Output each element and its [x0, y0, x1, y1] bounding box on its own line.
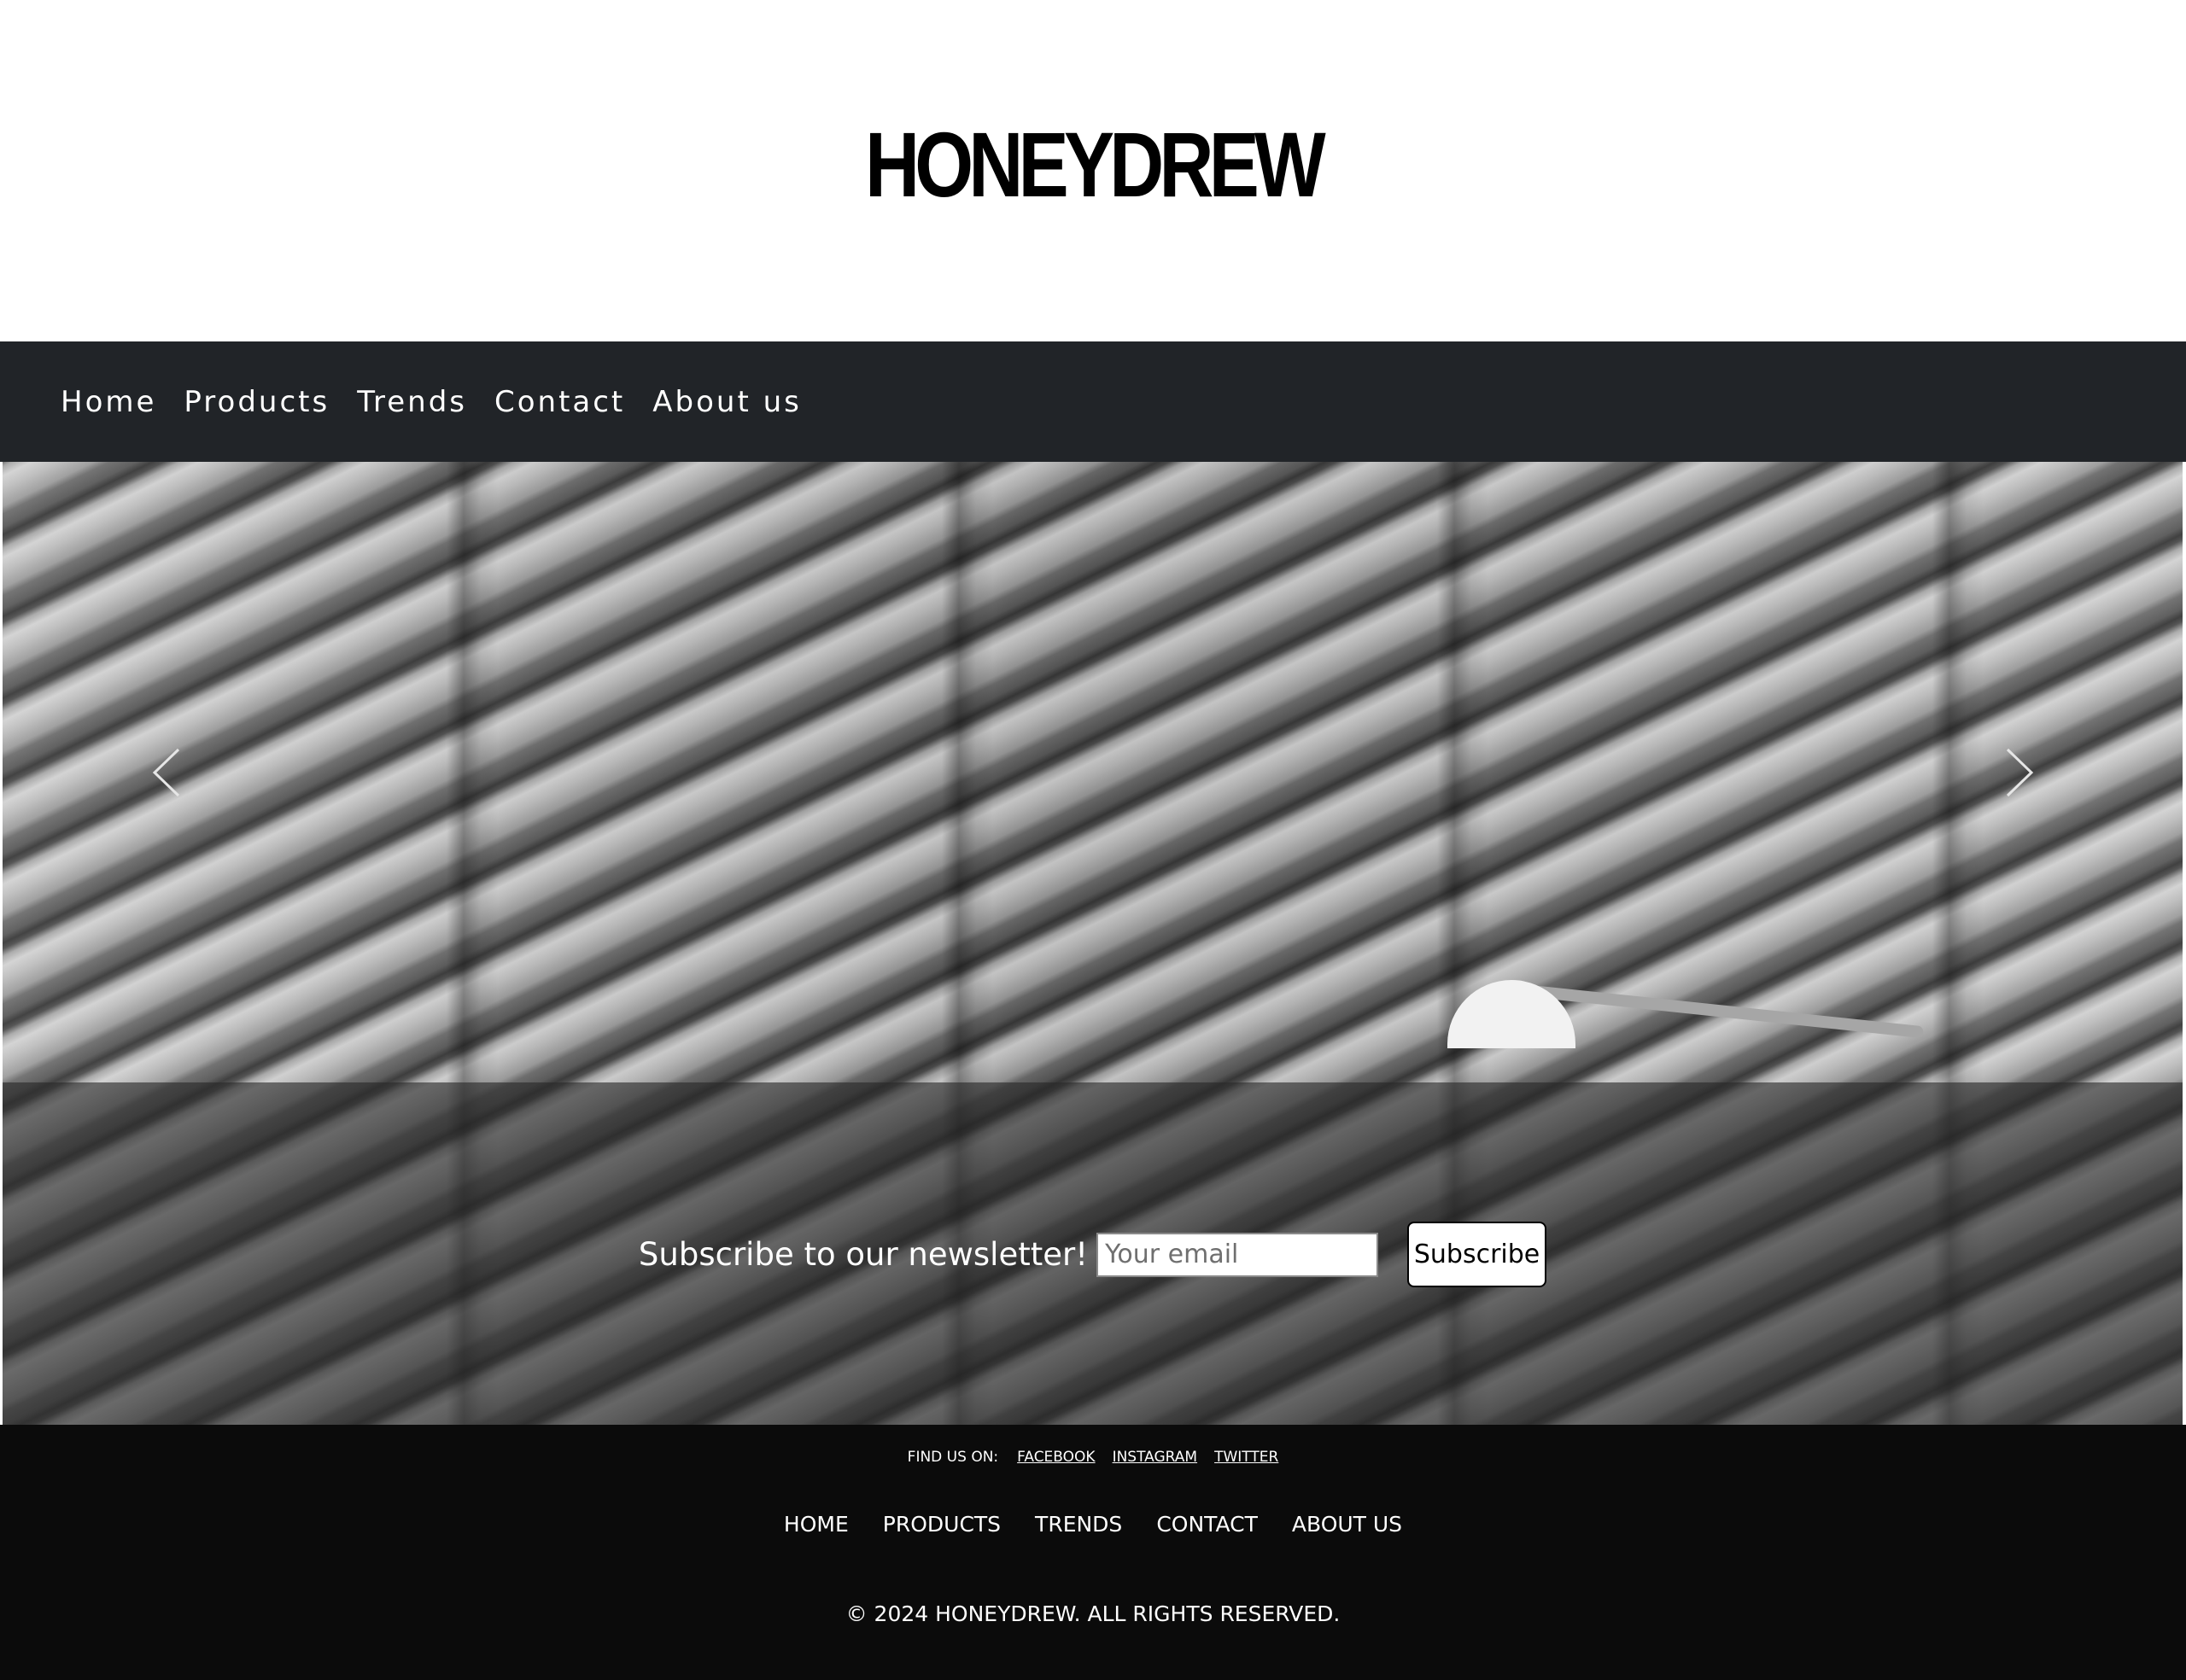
nav-item-about: About us	[652, 385, 802, 419]
nav-link-about[interactable]: About us	[652, 385, 802, 419]
carousel-next-button[interactable]	[1994, 743, 2045, 802]
chevron-right-icon	[2006, 748, 2034, 797]
footer-nav-item-products: PRODUCTS	[883, 1512, 1001, 1537]
main-nav-list: Home Products Trends Contact About us	[61, 341, 802, 462]
footer-link-contact[interactable]: CONTACT	[1156, 1512, 1258, 1537]
nav-item-trends: Trends	[357, 385, 467, 419]
nav-item-products: Products	[184, 385, 330, 419]
nav-link-trends[interactable]: Trends	[357, 385, 467, 419]
social-label: FIND US ON:	[907, 1449, 999, 1466]
footer-link-home[interactable]: HOME	[784, 1512, 849, 1537]
copyright-text: © 2024 HONEYDREW. ALL RIGHTS RESERVED.	[845, 1601, 1341, 1626]
chevron-left-icon	[152, 748, 180, 797]
footer-link-about[interactable]: ABOUT US	[1292, 1512, 1402, 1537]
social-link-facebook[interactable]: FACEBOOK	[1017, 1449, 1095, 1466]
nav-link-contact[interactable]: Contact	[494, 385, 625, 419]
site-logo[interactable]: HONEYDREW	[196, 109, 1989, 220]
social-links-row: FIND US ON: FACEBOOK INSTAGRAM TWITTER	[0, 1449, 2186, 1466]
social-link-instagram[interactable]: INSTAGRAM	[1113, 1449, 1198, 1466]
nav-item-home: Home	[61, 385, 156, 419]
site-header: HONEYDREW	[0, 0, 2186, 341]
nav-link-products[interactable]: Products	[184, 385, 330, 419]
nav-item-contact: Contact	[494, 385, 625, 419]
site-footer: FIND US ON: FACEBOOK INSTAGRAM TWITTER H…	[0, 1425, 2186, 1680]
footer-nav-item-home: HOME	[784, 1512, 849, 1537]
main-navbar: Home Products Trends Contact About us	[0, 341, 2186, 462]
footer-nav-item-contact: CONTACT	[1156, 1512, 1258, 1537]
newsletter-section: Subscribe to our newsletter! Subscribe	[3, 1082, 2183, 1425]
footer-nav-item-trends: TRENDS	[1035, 1512, 1122, 1537]
subscribe-button[interactable]: Subscribe	[1407, 1222, 1547, 1287]
footer-nav: HOME PRODUCTS TRENDS CONTACT ABOUT US	[0, 1512, 2186, 1537]
footer-nav-item-about: ABOUT US	[1292, 1512, 1402, 1537]
newsletter-form: Subscribe to our newsletter! Subscribe	[3, 1082, 2183, 1425]
newsletter-label: Subscribe to our newsletter!	[638, 1236, 1089, 1273]
footer-link-trends[interactable]: TRENDS	[1035, 1512, 1122, 1537]
footer-link-products[interactable]: PRODUCTS	[883, 1512, 1001, 1537]
email-input[interactable]	[1096, 1232, 1379, 1277]
social-link-twitter[interactable]: TWITTER	[1214, 1449, 1278, 1466]
carousel-prev-button[interactable]	[141, 743, 192, 802]
nav-link-home[interactable]: Home	[61, 385, 156, 419]
